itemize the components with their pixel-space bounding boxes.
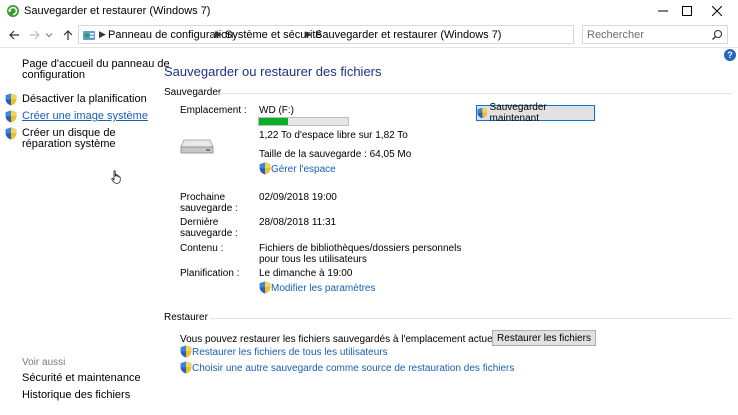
next-backup-label: Prochaine sauvegarde : [180,192,238,214]
mouse-cursor-hand-icon [111,170,121,184]
free-space-text: 1,22 To d'espace libre sur 1,82 To [259,130,408,141]
breadcrumb-separator[interactable]: ▶ [305,29,312,40]
chevron-down-icon [45,33,53,38]
location-label: Emplacement : [180,105,247,116]
uac-shield-icon [180,361,192,374]
forward-arrow-icon [30,30,40,40]
sidebar: Page d'accueil du panneau de configurati… [0,49,170,415]
hard-drive-icon [180,139,214,154]
search-input[interactable] [587,28,707,42]
restore-files-label: Restaurer les fichiers [497,332,591,344]
section-divider [210,318,732,319]
backup-now-label: Sauvegarder maintenant [489,102,547,124]
next-backup-value: 02/09/2018 19:00 [259,192,337,203]
window-title: Sauvegarder et restaurer (Windows 7) [24,5,211,17]
uac-shield-icon [259,162,271,175]
backup-size-text: Taille de la sauvegarde : 64,05 Mo [259,149,412,160]
last-backup-value: 28/08/2018 11:31 [259,217,337,228]
sidebar-item-create-repair-disc[interactable]: Créer un disque de réparation système [22,128,147,150]
breadcrumb-backup-restore[interactable]: Sauvegarder et restaurer (Windows 7) [315,29,501,41]
close-button[interactable] [694,0,738,22]
file-history-link[interactable]: Historique des fichiers [22,390,130,401]
uac-shield-icon [5,127,17,140]
uac-shield-icon [259,281,271,294]
up-arrow-icon [63,30,73,40]
see-also-heading: Voir aussi [22,357,66,368]
breadcrumb-separator: ▶ [99,29,106,39]
search-box[interactable] [582,25,728,44]
up-button[interactable] [61,28,75,42]
restore-section-label: Restaurer [164,312,208,323]
maximize-icon [682,6,692,16]
drive-usage-bar [258,117,349,126]
backup-now-button[interactable]: Sauvegarder maintenant [476,102,595,124]
breadcrumb-separator[interactable]: ▶ [215,29,222,40]
address-bar-row: ▶ Panneau de configuration ▶ Système et … [0,22,738,48]
change-settings-link[interactable]: Modifier les paramètres [271,283,375,294]
backup-section-label: Sauvegarder [164,87,222,98]
address-field[interactable]: ▶ Panneau de configuration ▶ Système et … [78,25,650,44]
restore-description: Vous pouvez restaurer les fichiers sauve… [180,334,498,345]
uac-shield-icon [477,107,488,119]
back-button[interactable] [7,28,21,42]
title-bar: Sauvegarder et restaurer (Windows 7) [0,0,738,22]
drive-usage-fill [259,118,289,125]
contents-value: Fichiers de bibliothèques/dossiers perso… [259,243,462,265]
last-backup-label: Dernière sauvegarde : [180,217,238,239]
uac-shield-icon [5,110,17,123]
restore-all-users-link[interactable]: Restaurer les fichiers de tous les utili… [192,347,388,358]
forward-button[interactable] [28,28,42,42]
control-panel-icon [83,31,95,40]
search-icon[interactable] [711,29,723,41]
sidebar-item-create-system-image[interactable]: Créer une image système [22,111,148,122]
recent-locations-button[interactable] [45,28,53,42]
backup-app-icon [7,5,19,17]
manage-space-link[interactable]: Gérer l'espace [271,164,336,175]
uac-shield-icon [180,345,192,358]
back-arrow-icon [9,30,19,40]
security-maintenance-link[interactable]: Sécurité et maintenance [22,373,141,384]
contents-label: Contenu : [180,243,224,254]
choose-other-backup-link[interactable]: Choisir une autre sauvegarde comme sourc… [192,363,514,374]
page-title: Sauvegarder ou restaurer des fichiers [164,64,382,79]
control-panel-home-link[interactable]: Page d'accueil du panneau de configurati… [22,59,172,81]
uac-shield-icon [5,93,17,106]
close-icon [712,6,722,16]
schedule-label: Planification : [180,268,240,279]
schedule-value: Le dimanche à 19:00 [259,268,353,279]
sidebar-item-disable-schedule[interactable]: Désactiver la planification [22,94,147,105]
drive-name: WD (F:) [259,105,294,116]
section-divider [218,93,732,94]
restore-files-button[interactable]: Restaurer les fichiers [492,330,596,346]
main-content: Sauvegarder ou restaurer des fichiers Sa… [156,49,738,415]
